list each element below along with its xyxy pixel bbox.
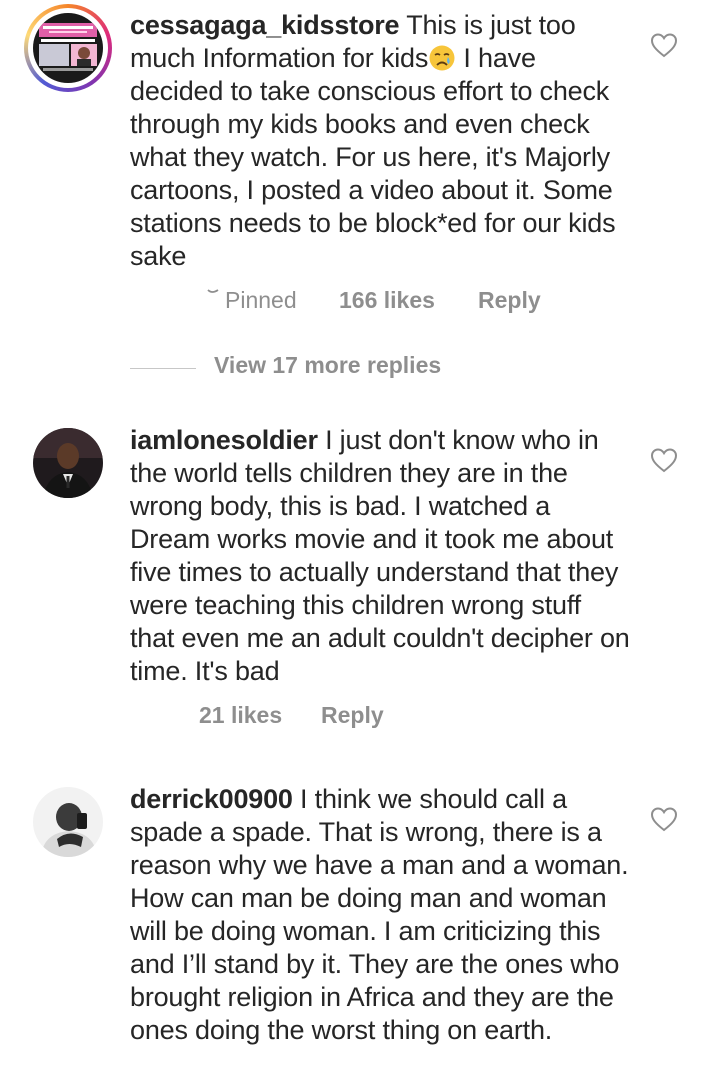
comment-body: I just don't know who in the world tells… [130,425,630,686]
story-ring-avatar[interactable] [24,4,112,92]
pin-icon [207,289,219,293]
like-heart-icon[interactable] [650,806,678,832]
reply-button[interactable]: Reply [321,702,384,729]
replies-divider [130,368,196,369]
comment-username[interactable]: derrick00900 [130,784,293,814]
comment-text: derrick00900 I think we should call a sp… [130,783,630,1047]
avatar [33,13,103,83]
likes-count[interactable]: 166 likes [339,287,435,314]
like-heart-icon[interactable] [650,32,678,58]
comment-username[interactable]: cessagaga_kidsstore [130,10,400,40]
comment-username[interactable]: iamlonesoldier [130,425,318,455]
like-heart-icon[interactable] [650,447,678,473]
crying-face-emoji-icon [429,45,455,71]
likes-count[interactable]: 21 likes [199,702,282,729]
comment-text: cessagaga_kidsstore This is just too muc… [130,9,630,273]
avatar[interactable] [33,787,103,857]
view-replies-label[interactable]: View 17 more replies [214,352,441,379]
comment-body-continued: I have decided to take conscious effort … [130,43,616,271]
comment-text: iamlonesoldier I just don't know who in … [130,424,630,688]
pinned-label: Pinned [225,287,297,313]
comment-body: I think we should call a spade a spade. … [130,784,629,1045]
reply-button[interactable]: Reply [478,287,541,314]
avatar[interactable] [33,428,103,498]
